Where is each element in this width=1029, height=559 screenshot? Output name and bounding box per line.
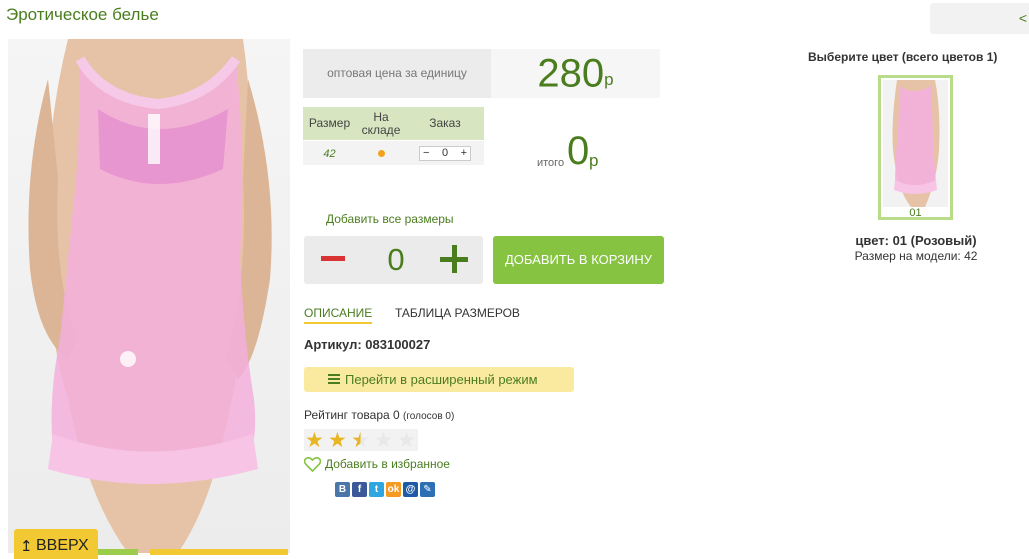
share-buttons: В f t ok @ ✎: [335, 482, 435, 497]
sku: Артикул: 083100027: [304, 337, 431, 352]
advanced-mode-button[interactable]: Перейти в расширенный режим: [304, 367, 574, 392]
star-empty-icon[interactable]: ★: [374, 430, 393, 451]
quantity-value[interactable]: 0: [384, 242, 408, 278]
model-size: Размер на модели: 42: [854, 249, 978, 263]
color-heading: Выберите цвет (всего цветов 1): [808, 50, 998, 64]
quantity-stepper: 0: [304, 236, 483, 284]
qty-minus-button[interactable]: −: [423, 147, 429, 160]
page-title: Эротическое белье: [6, 5, 159, 24]
scroll-up-button[interactable]: ↥ ВВЕРХ: [14, 529, 98, 559]
rating-votes: (голосов 0): [403, 411, 455, 422]
star-icon[interactable]: ★: [305, 430, 324, 451]
odnoklassniki-icon[interactable]: ok: [386, 482, 401, 497]
in-stock-indicator: [377, 150, 385, 158]
price-box: 280р: [491, 49, 660, 98]
size-header: Размер: [303, 107, 356, 141]
table-row: 42 − 0 +: [303, 140, 484, 165]
quantity-plus-button[interactable]: [438, 243, 472, 277]
back-arrow-icon: <: [1018, 10, 1027, 26]
vk-icon[interactable]: В: [335, 482, 350, 497]
price-label: оптовая цена за единицу: [303, 49, 491, 98]
qty-value[interactable]: 0: [442, 147, 448, 160]
color-code: 01: [909, 207, 922, 219]
star-empty-icon[interactable]: ★: [397, 430, 416, 451]
back-button[interactable]: <: [930, 3, 1029, 34]
quantity-minus-button[interactable]: [321, 256, 345, 261]
tab-size-chart[interactable]: ТАБЛИЦА РАЗМЕРОВ: [395, 306, 520, 320]
star-icon[interactable]: ★: [328, 430, 347, 451]
stock-header: На складе: [356, 107, 406, 141]
price-currency: р: [604, 70, 614, 90]
add-favorite-label: Добавить в избранное: [325, 457, 450, 471]
total-currency: р: [589, 151, 599, 170]
tab-description[interactable]: ОПИСАНИЕ: [304, 306, 373, 324]
advanced-mode-label: Перейти в расширенный режим: [345, 372, 538, 387]
scroll-up-label: ВВЕРХ: [36, 537, 89, 554]
order-header: Заказ: [406, 107, 484, 141]
price-value: 280: [537, 51, 605, 96]
color-swatch[interactable]: 01: [878, 75, 953, 220]
twitter-icon[interactable]: t: [369, 482, 384, 497]
order-qty-stepper[interactable]: − 0 +: [419, 146, 471, 161]
heart-icon: [304, 457, 321, 473]
rating-label: Рейтинг товара 0: [304, 408, 400, 422]
total-value: 0: [567, 129, 590, 173]
add-all-sizes-link[interactable]: Добавить все размеры: [326, 212, 454, 226]
list-icon: [328, 374, 340, 384]
color-thumbnail[interactable]: [883, 80, 948, 207]
product-image[interactable]: [8, 39, 290, 553]
green-button-fragment[interactable]: [98, 549, 138, 555]
yellow-button-fragment[interactable]: [150, 549, 288, 555]
size-table: Размер На складе Заказ 42 − 0 +: [303, 107, 484, 165]
total-label: итого: [537, 157, 565, 169]
rating-text: Рейтинг товара 0 (голосов 0): [304, 408, 454, 422]
rating-stars[interactable]: ★ ★ ★ ★ ★: [304, 429, 418, 451]
star-half-icon[interactable]: ★: [351, 430, 370, 451]
facebook-icon[interactable]: f: [352, 482, 367, 497]
mailru-icon[interactable]: @: [403, 482, 418, 497]
add-favorite-link[interactable]: Добавить в избранное: [304, 457, 450, 473]
add-to-cart-button[interactable]: ДОБАВИТЬ В КОРЗИНУ: [493, 236, 664, 284]
arrow-up-icon: ↥: [20, 538, 33, 555]
qty-plus-button[interactable]: +: [461, 147, 467, 160]
livejournal-icon[interactable]: ✎: [420, 482, 435, 497]
selected-color: цвет: 01 (Розовый): [855, 233, 977, 248]
size-value: 42: [323, 148, 336, 160]
